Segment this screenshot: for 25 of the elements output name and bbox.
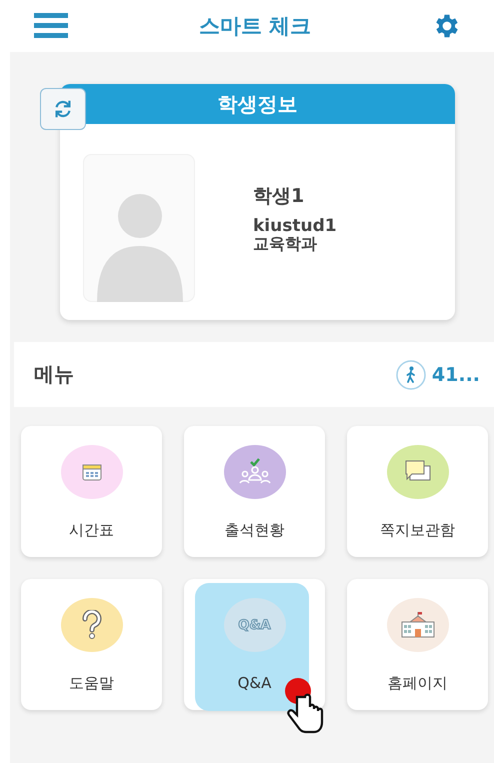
- menu-label: 홈페이지: [388, 674, 448, 693]
- menu-label: 도움말: [69, 674, 114, 693]
- menu-tile[interactable]: 쪽지보관함: [347, 426, 488, 557]
- walking-person-icon: [396, 360, 426, 390]
- student-id: kiustud1: [253, 217, 337, 235]
- menu-label: Q&A: [238, 674, 272, 692]
- menu-tile[interactable]: 홈페이지: [347, 579, 488, 710]
- avatar-icon: [83, 154, 195, 302]
- refresh-button[interactable]: [40, 88, 86, 130]
- school-building-icon: [400, 611, 436, 639]
- menu-label: 출석현황: [224, 521, 284, 540]
- walking-count: 41...: [432, 364, 480, 386]
- menu-tile[interactable]: 출석현황: [184, 426, 325, 557]
- menu-label: 시간표: [69, 521, 114, 540]
- question-mark-icon: [80, 610, 102, 640]
- card-title: 학생정보: [218, 90, 298, 118]
- menu-tile[interactable]: 시간표: [21, 426, 162, 557]
- menu-title: 메뉴: [34, 361, 74, 388]
- qa-icon-text: Q&A: [238, 618, 271, 632]
- menu-label: 쪽지보관함: [380, 521, 455, 540]
- student-name: 학생1: [253, 184, 306, 209]
- menu-tile[interactable]: 도움말: [21, 579, 162, 710]
- student-department: 교육학과: [253, 235, 318, 253]
- menu-icon[interactable]: [34, 12, 68, 40]
- app-title: 스마트 체크: [198, 13, 312, 40]
